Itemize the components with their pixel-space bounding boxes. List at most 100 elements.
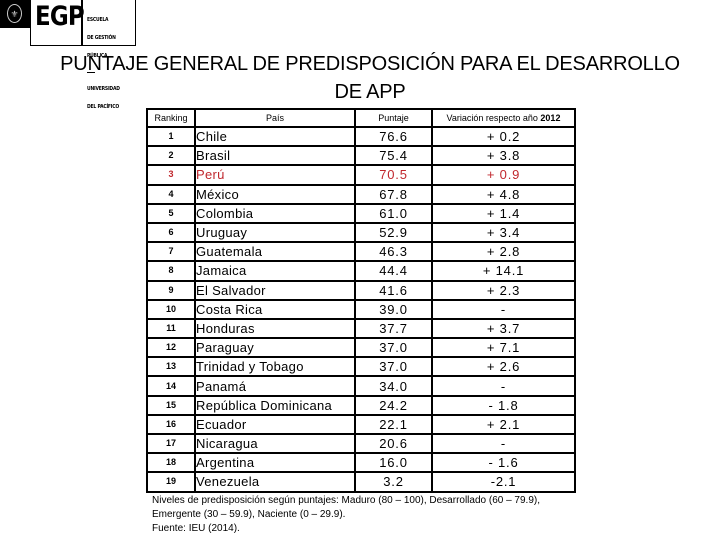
cell-variation: + 3.7: [431, 317, 576, 340]
cell-country: Perú: [194, 164, 356, 186]
table-row: 10 Costa Rica 39.0-: [146, 298, 576, 320]
cell-score: 24.2: [354, 394, 433, 416]
cell-variation: + 7.1: [431, 337, 576, 359]
footnote-levels-line-1: Niveles de predisposición según puntajes…: [152, 495, 541, 506]
cell-score: 37.0: [354, 337, 433, 359]
cell-variation: + 3.4: [431, 221, 576, 244]
table-row: 12 Paraguay 37.0 + 7.1: [146, 337, 576, 359]
logo-acronym: EGP: [35, 1, 85, 32]
header-score: Puntaje: [354, 108, 433, 128]
cell-variation: -2.1: [431, 471, 576, 493]
table-row: 18 Argentina 16.0- 1.6: [146, 452, 576, 474]
cell-rank: 16: [146, 413, 196, 436]
cell-variation: -: [431, 432, 576, 455]
table-row: 3 Perú 70.5 + 0.9: [146, 164, 576, 186]
footnote-levels-line-2: Emergente (30 – 59.9), Naciente (0 – 29.…: [152, 509, 346, 520]
cell-rank: 13: [146, 356, 196, 378]
logo-box: EGP ESCUELA DE GESTIÓN PÚBLICA UNIVERSID…: [30, 0, 136, 110]
cell-variation: + 2.6: [431, 356, 576, 378]
cell-country: El Salvador: [194, 279, 356, 301]
cell-variation: + 1.4: [431, 202, 576, 224]
cell-score: 37.7: [354, 317, 433, 340]
title-line-2: DE APP: [334, 81, 406, 103]
cell-country: Panamá: [194, 375, 356, 397]
cell-country: Paraguay: [194, 337, 356, 359]
cell-score: 67.8: [354, 183, 433, 205]
table-row: 11 Honduras 37.7 + 3.7: [146, 317, 576, 340]
header-variation: Variación respecto año 2012: [431, 108, 576, 128]
ranking-table: Ranking País Puntaje Variación respecto …: [146, 108, 576, 493]
cell-score: 37.0: [354, 356, 433, 378]
cell-variation: -: [431, 375, 576, 397]
table-row: 8 Jamaica 44.4 + 14.1: [146, 260, 576, 282]
cell-country: Brasil: [194, 145, 356, 167]
cell-rank: 18: [146, 452, 196, 474]
cell-country: Honduras: [194, 317, 356, 340]
cell-variation: -: [431, 298, 576, 320]
cell-rank: 10: [146, 298, 196, 320]
cell-score: 46.3: [354, 241, 433, 263]
cell-score: 39.0: [354, 298, 433, 320]
cell-score: 75.4: [354, 145, 433, 167]
cell-score: 70.5: [354, 164, 433, 186]
cell-rank: 15: [146, 394, 196, 416]
logo-divider: [81, 0, 83, 45]
cell-country: República Dominicana: [194, 394, 356, 416]
table-row: 2 Brasil 75.4 + 3.8: [146, 145, 576, 167]
cell-variation: + 2.1: [431, 413, 576, 436]
cell-rank: 19: [146, 471, 196, 493]
cell-country: Jamaica: [194, 260, 356, 282]
cell-variation: + 0.9: [431, 164, 576, 186]
footnote: Niveles de predisposición según puntajes…: [152, 494, 592, 536]
footnote-source: Fuente: IEU (2014).: [152, 523, 240, 534]
cell-country: Nicaragua: [194, 432, 356, 455]
cell-variation: + 3.8: [431, 145, 576, 167]
table-row: 9 El Salvador 41.6 + 2.3: [146, 279, 576, 301]
table-row: 14 Panamá 34.0-: [146, 375, 576, 397]
cell-rank: 2: [146, 145, 196, 167]
cell-country: Chile: [194, 125, 356, 148]
cell-score: 76.6: [354, 125, 433, 148]
cell-country: Costa Rica: [194, 298, 356, 320]
cell-rank: 9: [146, 279, 196, 301]
cell-country: Trinidad y Tobago: [194, 356, 356, 378]
table-row: 16 Ecuador 22.1 + 2.1: [146, 413, 576, 436]
cell-variation: - 1.8: [431, 394, 576, 416]
cell-variation: + 4.8: [431, 183, 576, 205]
cell-rank: 1: [146, 125, 196, 148]
cell-score: 61.0: [354, 202, 433, 224]
cell-rank: 12: [146, 337, 196, 359]
cell-country: Argentina: [194, 452, 356, 474]
cell-country: Guatemala: [194, 241, 356, 263]
cell-rank: 6: [146, 221, 196, 244]
cell-country: México: [194, 183, 356, 205]
header-variation-year: 2012: [540, 113, 561, 123]
cell-country: Colombia: [194, 202, 356, 224]
cell-country: Ecuador: [194, 413, 356, 436]
university-crest-icon: ⚜: [7, 4, 22, 23]
table-body: 1 Chile 76.6 + 0.2 2 Brasil 75.4 + 3.8 3 Perú 70.5…: [146, 125, 576, 493]
cell-variation: + 0.2: [431, 125, 576, 148]
logo-line: DE GESTIÓN: [87, 35, 116, 41]
egp-logo: ⚜ EGP ESCUELA DE GESTIÓN PÚBLICA UNIVERS…: [0, 0, 136, 110]
table-row: 17 Nicaragua 20.6-: [146, 432, 576, 455]
table-row: 7 Guatemala 46.3 + 2.8: [146, 241, 576, 263]
table-row: 5 Colombia 61.0 + 1.4: [146, 202, 576, 224]
cell-score: 34.0: [354, 375, 433, 397]
header-ranking: Ranking: [146, 108, 196, 128]
cell-variation: + 14.1: [431, 260, 576, 282]
cell-score: 44.4: [354, 260, 433, 282]
cell-score: 3.2: [354, 471, 433, 493]
table-row: 1 Chile 76.6 + 0.2: [146, 125, 576, 148]
logo-line: ESCUELA: [87, 17, 109, 23]
cell-score: 41.6: [354, 279, 433, 301]
cell-variation: + 2.8: [431, 241, 576, 263]
cell-rank: 5: [146, 202, 196, 224]
table-row: 4 México 67.8 + 4.8: [146, 183, 576, 205]
cell-score: 52.9: [354, 221, 433, 244]
cell-rank: 7: [146, 241, 196, 263]
table-row: 19 Venezuela 3.2 -2.1: [146, 471, 576, 493]
emblem-box: ⚜: [0, 0, 30, 28]
cell-score: 20.6: [354, 432, 433, 455]
title-line-1: PUNTAJE GENERAL DE PREDISPOSICIÓN PARA E…: [60, 53, 680, 75]
